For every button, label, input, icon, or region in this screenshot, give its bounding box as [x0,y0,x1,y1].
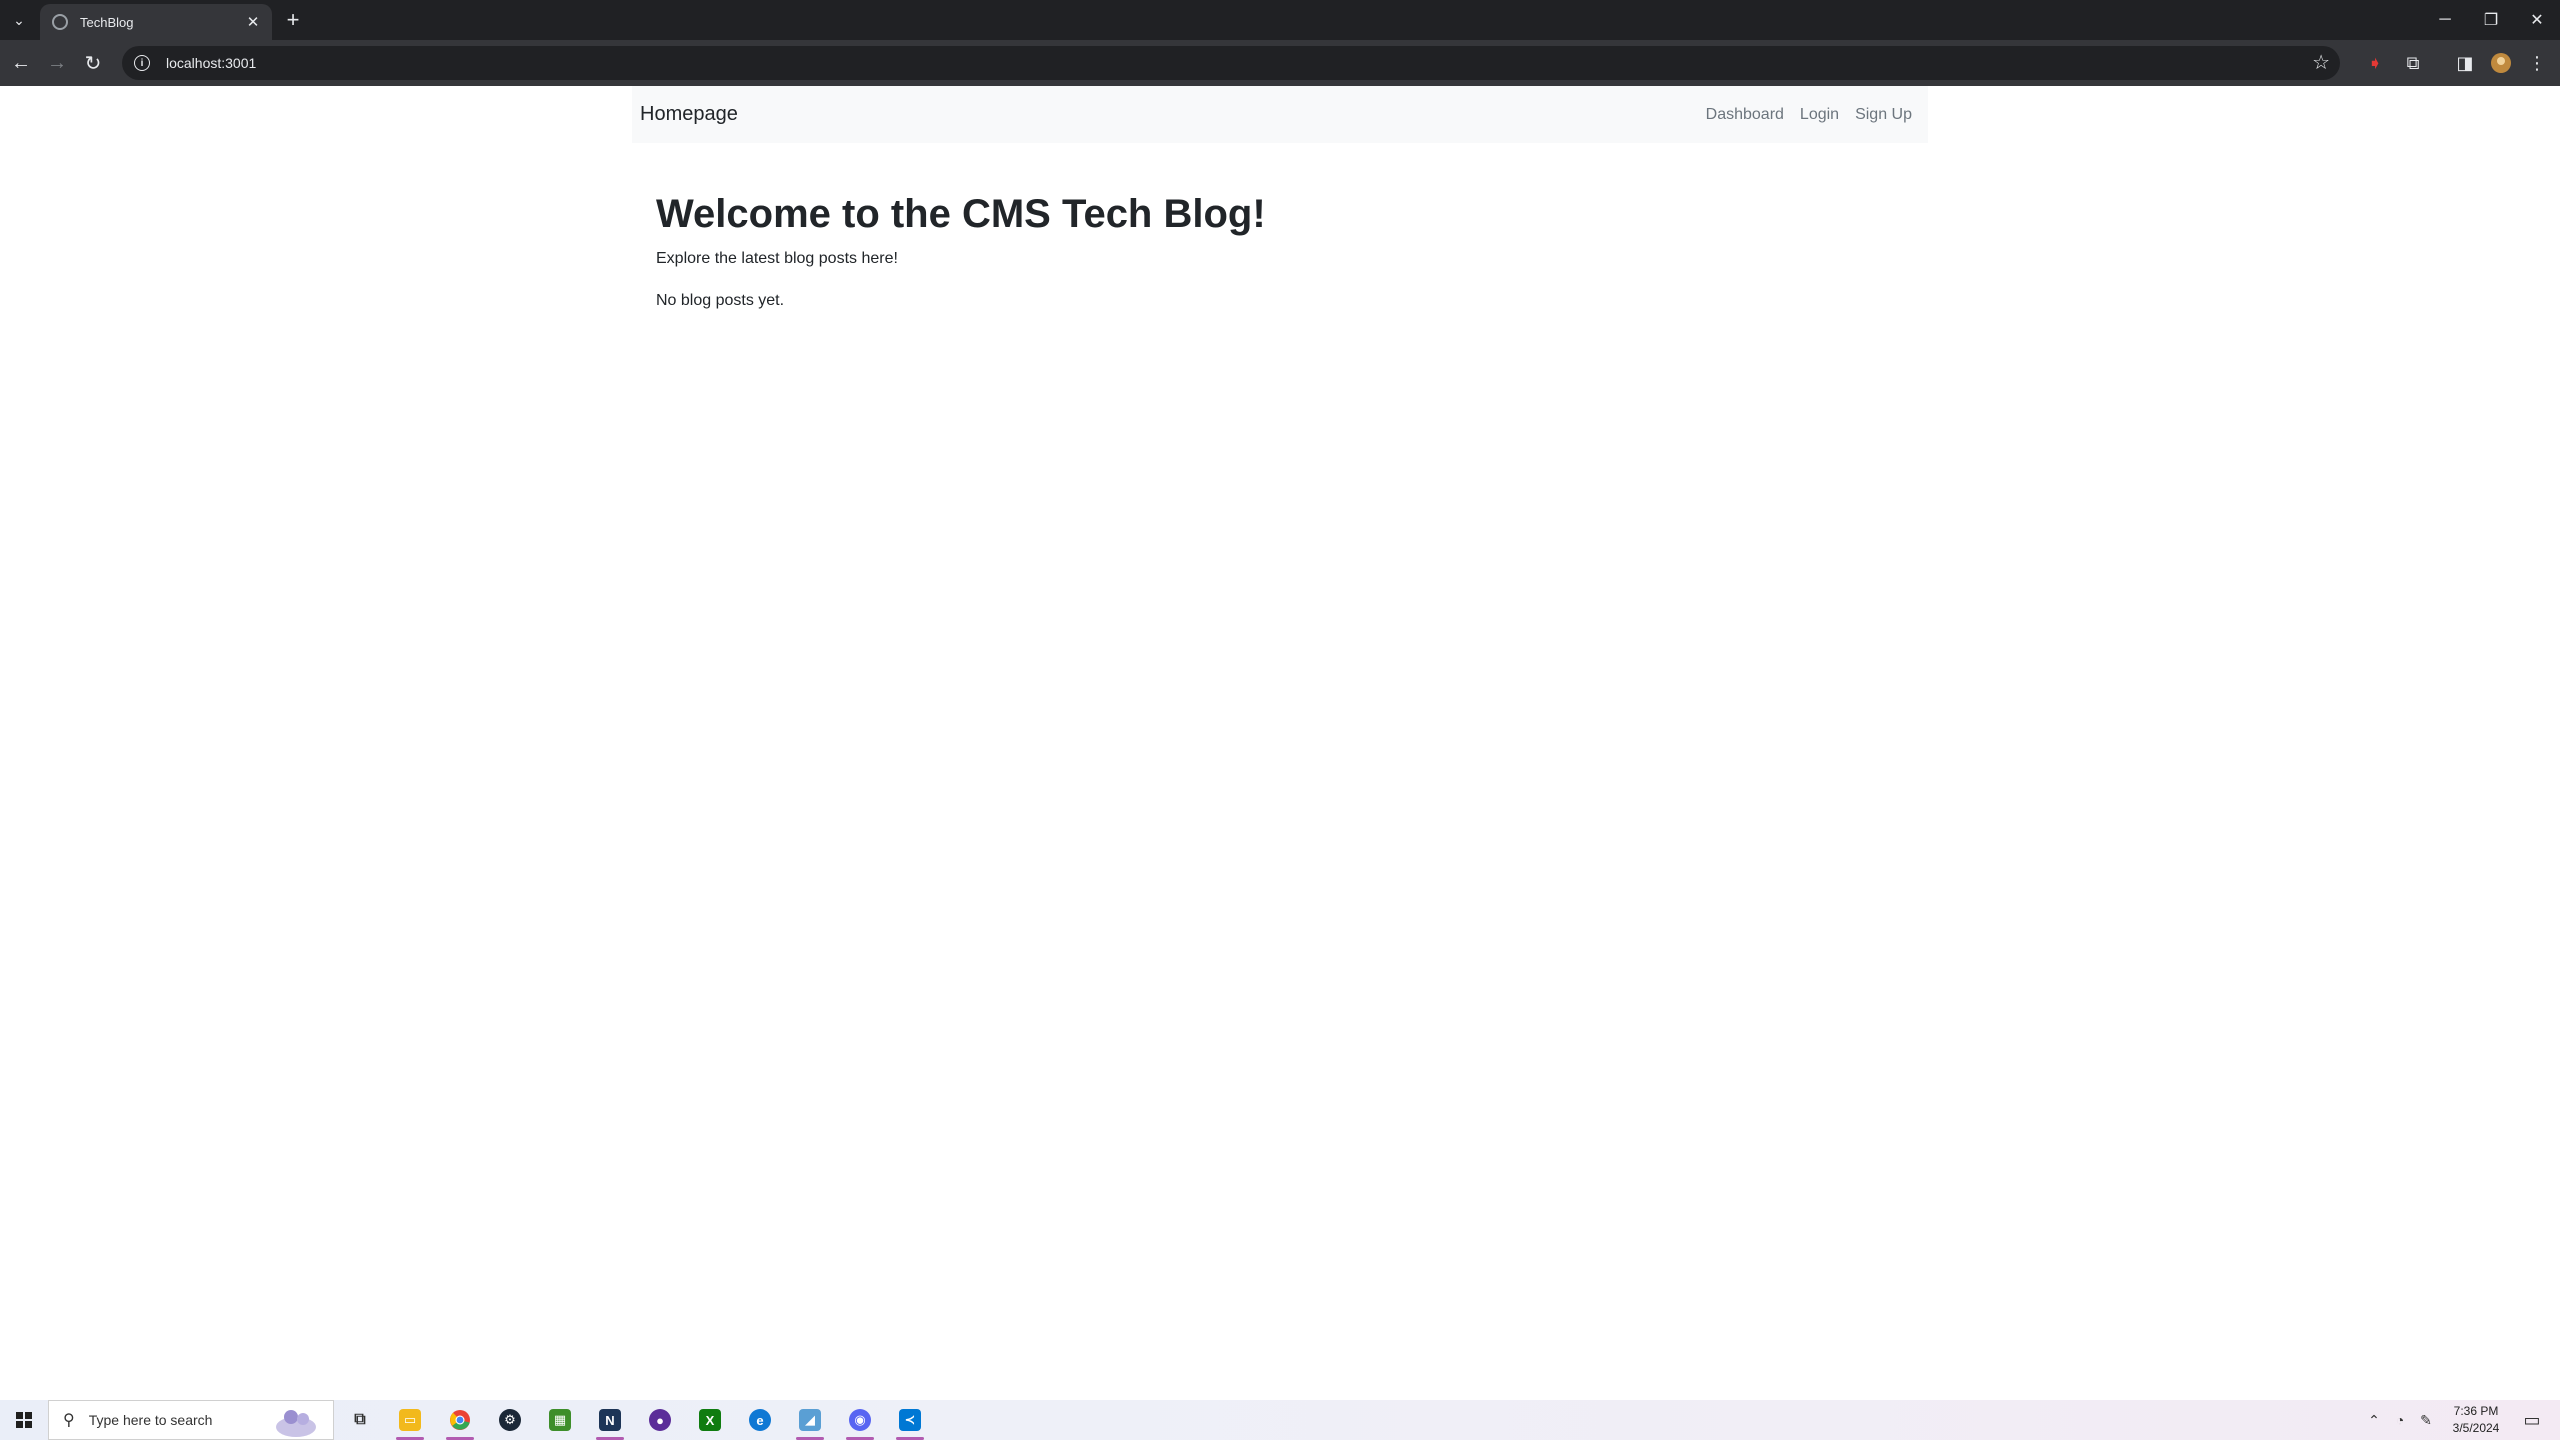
app-icon[interactable]: N [590,1404,630,1440]
profile-avatar[interactable] [2486,48,2516,78]
nav-link-dashboard[interactable]: Dashboard [1698,106,1792,124]
network-icon[interactable]: ◔ [2388,1400,2412,1440]
restore-icon[interactable]: ❐ [2468,0,2514,40]
task-view-icon[interactable]: ⧉ [340,1404,380,1436]
search-icon: ⚲ [63,1412,75,1429]
app-icon[interactable]: ◢ [790,1404,830,1440]
vscode-icon[interactable]: ≺ [890,1404,930,1440]
minimize-icon[interactable]: ─ [2422,0,2468,40]
browser-tab-strip: ⌄ TechBlog ✕ + ─ ❐ ✕ [0,0,2560,40]
steam-icon[interactable]: ⚙ [490,1404,530,1436]
forward-icon[interactable]: → [42,48,72,78]
site-info-icon[interactable]: i [134,55,150,71]
pen-icon[interactable]: ✎ [2414,1400,2438,1440]
address-bar[interactable]: i localhost:3001 ☆ [122,46,2340,80]
tab-search-button[interactable]: ⌄ [6,8,32,32]
taskbar-search[interactable]: ⚲ Type here to search [48,1400,334,1440]
browser-toolbar: ← → ↻ i localhost:3001 ☆ ➧ ⧉ ◨ ⋮ [0,40,2560,86]
extensions-puzzle-icon[interactable]: ⧉ [2398,48,2428,78]
search-highlight-image [276,1410,316,1437]
notification-icon[interactable]: ▭ [2512,1400,2552,1440]
page-title: Welcome to the CMS Tech Blog! [656,192,1266,236]
globe-icon [52,14,68,30]
system-clock[interactable]: 7:36 PM 3/5/2024 [2440,1403,2512,1437]
clock-date: 3/5/2024 [2452,1421,2500,1435]
empty-posts-message: No blog posts yet. [656,292,785,309]
main-content: Welcome to the CMS Tech Blog! Explore th… [656,190,1266,310]
search-placeholder: Type here to search [88,1412,213,1428]
site-navbar: Homepage Dashboard Login Sign Up [632,86,1928,143]
page-viewport: Homepage Dashboard Login Sign Up Welcome… [0,86,2560,1400]
xbox-icon[interactable]: X [690,1404,730,1436]
browser-tab[interactable]: TechBlog ✕ [40,4,272,40]
browser-menu-icon[interactable]: ⋮ [2522,48,2552,78]
chrome-icon[interactable] [440,1404,480,1440]
clock-time: 7:36 PM [2453,1404,2499,1418]
nav-link-sign-up[interactable]: Sign Up [1847,106,1920,124]
reload-icon[interactable]: ↻ [78,48,108,78]
edge-icon[interactable]: e [740,1404,780,1436]
close-tab-icon[interactable]: ✕ [240,9,266,35]
discord-icon[interactable]: ◉ [840,1404,880,1440]
close-window-icon[interactable]: ✕ [2514,0,2560,40]
taskbar: ⚲ Type here to search ⧉ ▭ ⚙ ▦ N ● X e ◢ … [0,1400,2560,1440]
page-subtitle: Explore the latest blog posts here! [656,250,898,267]
back-icon[interactable]: ← [6,48,36,78]
nav-links: Dashboard Login Sign Up [1698,106,1920,124]
firefox-nightly-icon[interactable]: ● [640,1404,680,1436]
show-hidden-icons[interactable]: ⌃ [2362,1400,2386,1440]
nav-link-login[interactable]: Login [1792,106,1847,124]
bookmark-star-icon[interactable]: ☆ [2312,50,2330,75]
navbar-brand[interactable]: Homepage [640,103,738,126]
minecraft-icon[interactable]: ▦ [540,1404,580,1436]
url-text[interactable]: localhost:3001 [166,55,256,71]
tab-title: TechBlog [80,14,134,30]
extension-icon[interactable]: ➧ [2360,48,2390,78]
new-tab-button[interactable]: + [280,7,306,33]
side-panel-icon[interactable]: ◨ [2450,48,2480,78]
start-button[interactable] [0,1400,48,1440]
file-explorer-icon[interactable]: ▭ [390,1404,430,1440]
windows-icon [16,1412,32,1428]
